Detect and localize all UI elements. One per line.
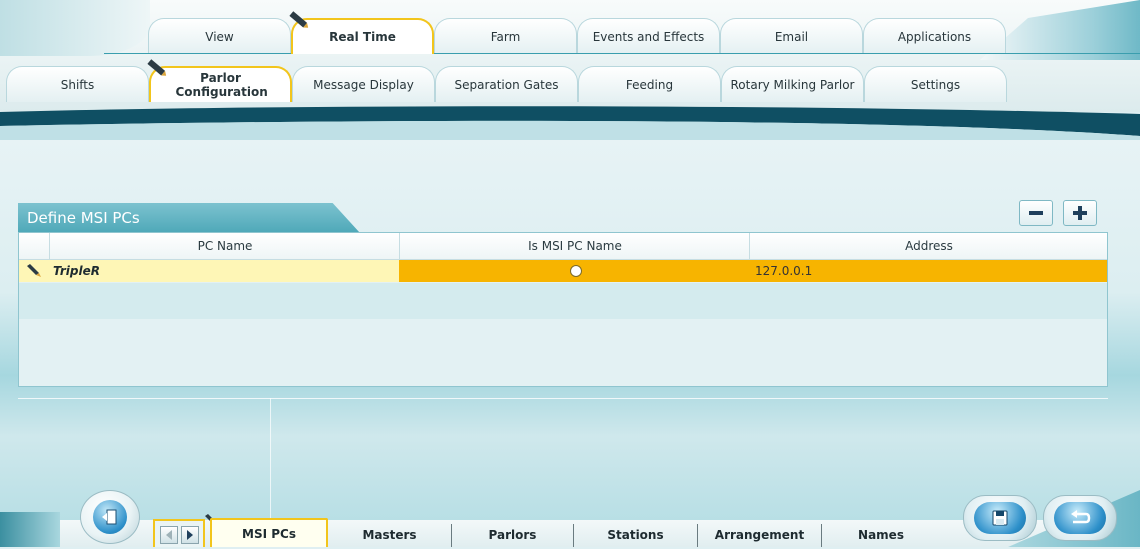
bottom-tab-masters[interactable]: Masters	[328, 524, 452, 547]
subtab-shifts[interactable]: Shifts	[6, 66, 149, 102]
bottom-tab-stations[interactable]: Stations	[574, 524, 698, 547]
exit-button[interactable]	[80, 490, 140, 544]
grid-empty-area	[19, 283, 1107, 319]
tab-label: Farm	[490, 29, 521, 44]
grid-header: PC Name Is MSI PC Name Address	[19, 233, 1107, 260]
tab-label: Real Time	[329, 30, 396, 44]
plus-icon	[1072, 205, 1088, 221]
save-disk-icon	[974, 502, 1026, 534]
remove-button[interactable]	[1019, 200, 1053, 226]
subtab-message-display[interactable]: Message Display	[292, 66, 435, 102]
cell-pc-name[interactable]: TripleR	[49, 260, 399, 282]
bottom-tab-parlors[interactable]: Parlors	[452, 524, 574, 547]
subtab-separation-gates[interactable]: Separation Gates	[435, 66, 578, 102]
save-button[interactable]	[963, 495, 1037, 541]
row-edit-indicator	[19, 260, 49, 282]
header-wave-band	[0, 106, 1140, 144]
lower-vertical-divider	[270, 398, 271, 518]
add-button[interactable]	[1063, 200, 1097, 226]
arrow-right-icon[interactable]	[181, 526, 199, 544]
tab-label: Email	[774, 29, 809, 44]
tab-label: Applications	[897, 29, 972, 44]
return-arrow-icon	[1054, 502, 1106, 534]
column-header-address[interactable]: Address	[749, 233, 1108, 259]
tab-label: View	[205, 29, 234, 44]
is-msi-pc-name-radio[interactable]	[570, 265, 582, 277]
subtab-rotary-milking-parlor[interactable]: Rotary Milking Parlor	[721, 66, 864, 102]
bottom-tab-scroller	[153, 519, 205, 547]
section-title: Define MSI PCs	[18, 203, 360, 233]
minus-icon	[1028, 205, 1044, 221]
sub-tab-bar: Shifts Parlor Configuration Message Disp…	[0, 59, 1140, 102]
tab-row-divider	[104, 53, 1140, 54]
table-row[interactable]: TripleR 127.0.0.1	[19, 260, 1107, 282]
pencil-icon	[27, 264, 41, 277]
bottom-tab-names[interactable]: Names	[822, 524, 940, 547]
tab-applications[interactable]: Applications	[863, 18, 1006, 54]
subtab-parlor-configuration[interactable]: Parlor Configuration	[147, 59, 292, 102]
tab-label: Message Display	[313, 77, 414, 92]
tab-label: Feeding	[625, 77, 674, 92]
column-header-is-msi-pc-name[interactable]: Is MSI PC Name	[399, 233, 750, 259]
bottom-tab-msi-pcs[interactable]: MSI PCs	[210, 518, 328, 547]
tab-label: Shifts	[60, 77, 95, 92]
tab-label: Rotary Milking Parlor	[730, 77, 855, 92]
subtab-feeding[interactable]: Feeding	[578, 66, 721, 102]
tab-farm[interactable]: Farm	[434, 18, 577, 54]
section-title-text: Define MSI PCs	[27, 209, 140, 227]
bottom-swoosh-left	[0, 512, 60, 547]
tab-label: Settings	[910, 77, 961, 92]
tab-view[interactable]: View	[148, 18, 291, 54]
tab-label: Parlor Configuration	[175, 71, 268, 99]
tab-email[interactable]: Email	[720, 18, 863, 54]
arrow-left-icon[interactable]	[160, 526, 178, 544]
msi-pcs-grid: PC Name Is MSI PC Name Address TripleR 1…	[18, 232, 1108, 387]
lower-divider	[18, 398, 1108, 399]
column-header-pc-name[interactable]: PC Name	[49, 233, 400, 259]
back-button[interactable]	[1043, 495, 1117, 541]
tab-label: Events and Effects	[592, 29, 705, 44]
exit-door-icon	[93, 500, 127, 534]
tab-events-and-effects[interactable]: Events and Effects	[577, 18, 720, 54]
main-tab-bar: View Real Time Farm Events and Effects E…	[0, 11, 1140, 54]
cell-address[interactable]: 127.0.0.1	[755, 260, 812, 282]
bottom-tab-arrangement[interactable]: Arrangement	[698, 524, 822, 547]
subtab-settings[interactable]: Settings	[864, 66, 1007, 102]
tab-real-time[interactable]: Real Time	[289, 11, 434, 54]
tab-label: Separation Gates	[454, 77, 559, 92]
